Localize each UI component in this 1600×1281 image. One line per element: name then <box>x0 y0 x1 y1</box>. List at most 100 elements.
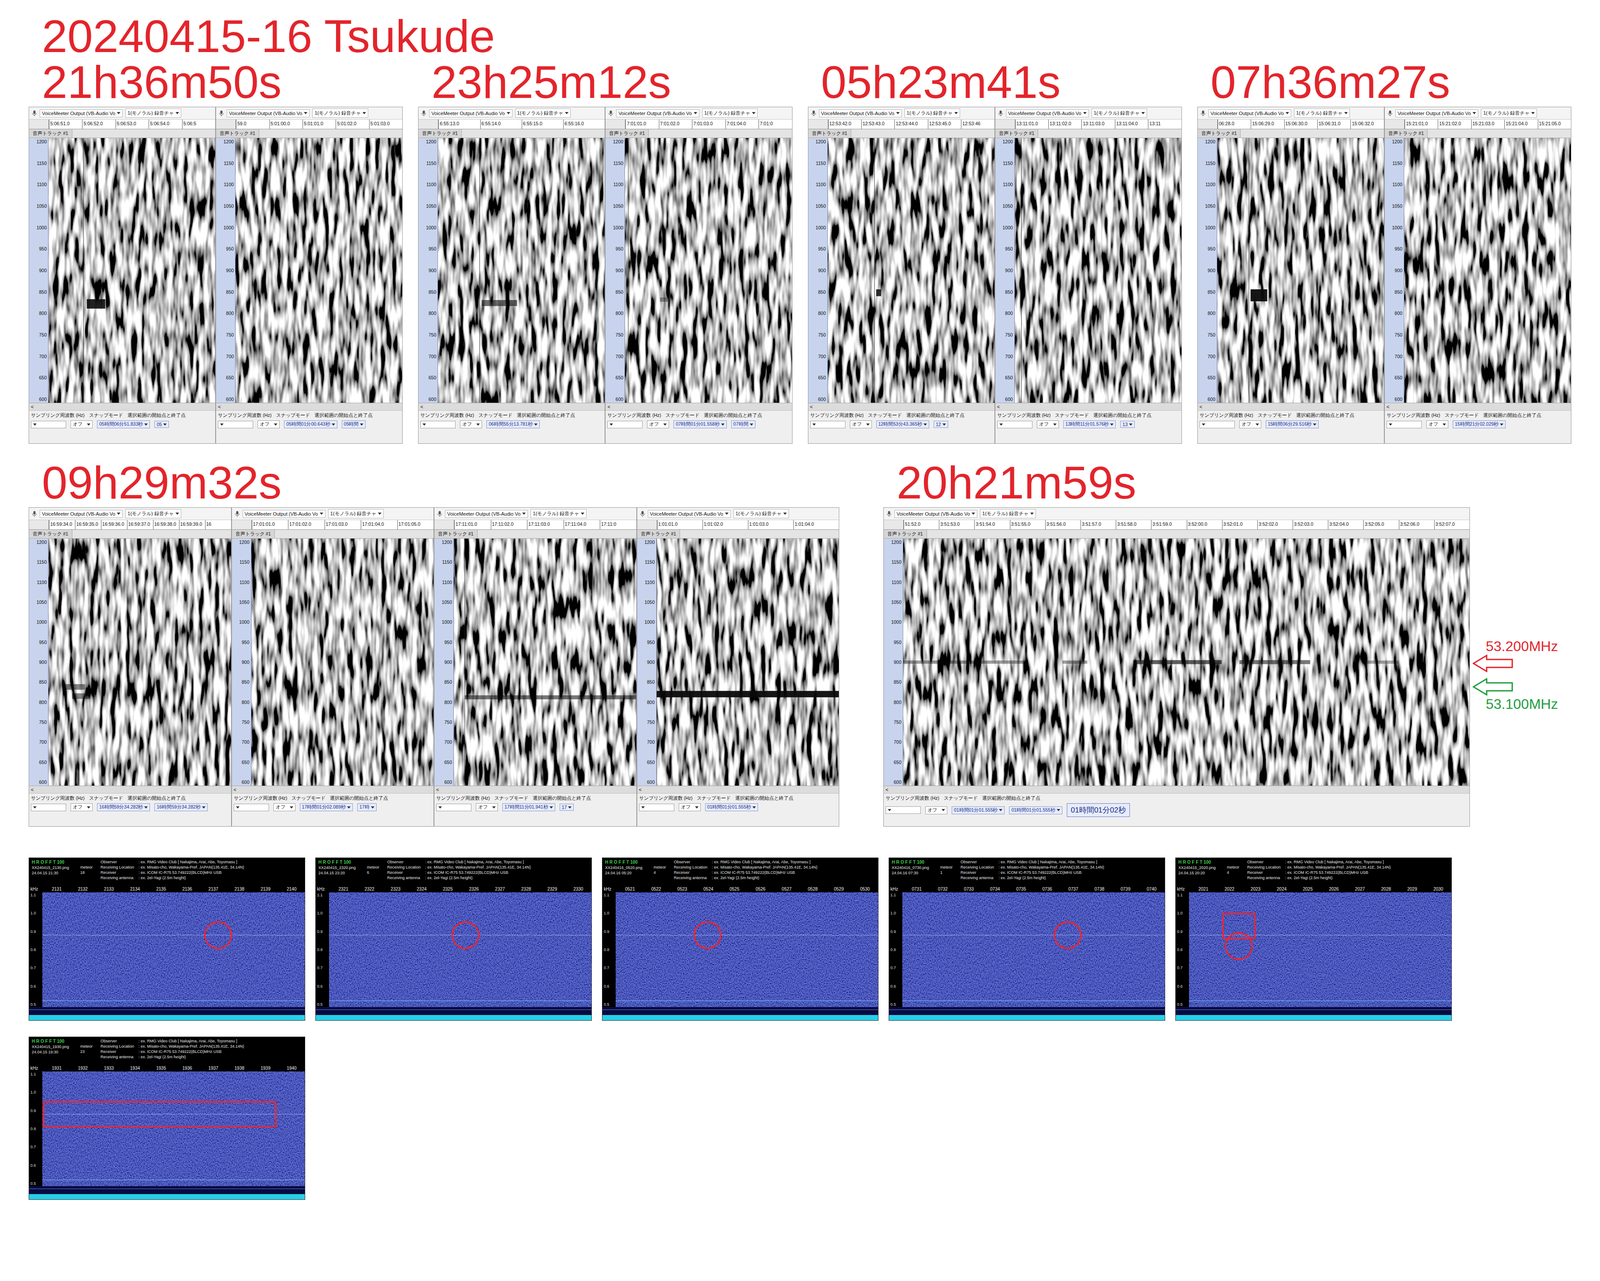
audio-position[interactable]: 01時間01分02秒 <box>1066 803 1130 817</box>
scrollbar[interactable]: < <box>808 402 995 411</box>
selection-time[interactable]: 15時間06分29.516秒 <box>1265 420 1319 429</box>
selection-time[interactable]: 07時間01分01.558秒 <box>673 420 727 429</box>
channel-select[interactable]: 1(モノラル) 録音チャ <box>515 108 572 118</box>
snap-select[interactable]: オフ <box>849 420 872 429</box>
selection-time[interactable]: 05時間 <box>341 420 367 429</box>
spectrogram[interactable] <box>1014 138 1182 403</box>
channel-select[interactable]: 1(モノラル) 録音チャ <box>1293 108 1350 118</box>
device-select[interactable]: VoiceMeeter Output (VB-Audio Vo <box>818 109 902 118</box>
scrollbar[interactable]: < <box>434 785 637 793</box>
snap-select[interactable]: オフ <box>1426 420 1449 429</box>
channel-select[interactable]: 1(モノラル) 録音チャ <box>1091 108 1148 118</box>
selection-time[interactable]: 05時間01分00.643秒 <box>284 420 337 429</box>
selection-time[interactable]: 17時間01分02.089秒 <box>299 803 353 812</box>
scrollbar[interactable]: < <box>418 402 605 411</box>
rate-select[interactable] <box>607 420 643 429</box>
selection-time[interactable]: 13 <box>1120 420 1135 428</box>
device-select[interactable]: VoiceMeeter Output (VB-Audio Vo <box>1208 109 1292 118</box>
rate-select[interactable] <box>885 806 921 814</box>
rate-select[interactable] <box>233 803 270 812</box>
track-name[interactable]: 音声トラック #1 <box>637 529 681 539</box>
time-ruler[interactable]: 51:52.03:51:53.03:51:54.03:51:55.03:51:5… <box>883 519 1470 530</box>
spectrogram[interactable] <box>453 538 637 786</box>
spectrogram[interactable] <box>1217 138 1384 403</box>
track-name[interactable]: 音声トラック #1 <box>418 129 462 138</box>
time-ruler[interactable]: 17:01:01.017:01:02.017:01:03.017:01:04.0… <box>231 519 434 530</box>
selection-time[interactable]: 12 <box>933 420 949 428</box>
scrollbar[interactable]: < <box>216 402 403 411</box>
rate-select[interactable] <box>30 803 67 812</box>
channel-select[interactable]: 1(モノラル) 録音チャ <box>733 508 790 519</box>
scrollbar[interactable]: < <box>1384 402 1571 411</box>
selection-time[interactable]: 12時間53分43.365秒 <box>876 420 930 429</box>
channel-select[interactable]: 1(モノラル) 録音チャ <box>904 108 961 118</box>
device-select[interactable]: VoiceMeeter Output (VB-Audio Vo <box>894 509 978 518</box>
track-name[interactable]: 音声トラック #1 <box>216 129 260 138</box>
track-name[interactable]: 音声トラック #1 <box>434 529 478 539</box>
spectrogram[interactable] <box>251 538 434 786</box>
scrollbar[interactable]: < <box>29 785 232 793</box>
spectrogram[interactable] <box>437 138 605 403</box>
device-select[interactable]: VoiceMeeter Output (VB-Audio Vo <box>616 109 700 118</box>
rate-select[interactable] <box>1386 420 1422 429</box>
rate-select[interactable] <box>997 420 1033 429</box>
device-select[interactable]: VoiceMeeter Output (VB-Audio Vo <box>39 509 123 518</box>
channel-select[interactable]: 1(モノラル) 録音チャ <box>1480 108 1537 118</box>
channel-select[interactable]: 1(モノラル) 録音チャ <box>312 108 369 118</box>
spectrogram[interactable] <box>48 138 216 403</box>
rate-select[interactable] <box>217 420 254 429</box>
channel-select[interactable]: 1(モノラル) 録音チャ <box>530 508 587 519</box>
snap-select[interactable]: オフ <box>1239 420 1262 429</box>
time-ruler[interactable]: 7:01:01.07:01:02.07:01:03.07:01:04.07:01… <box>605 119 792 130</box>
scrollbar[interactable]: < <box>995 402 1182 411</box>
device-select[interactable]: VoiceMeeter Output (VB-Audio Vo <box>444 509 528 518</box>
selection-time[interactable]: 05 <box>154 420 169 428</box>
device-select[interactable]: VoiceMeeter Output (VB-Audio Vo <box>1005 109 1089 118</box>
time-ruler[interactable]: 16:59:34.016:59:35.016:59:36.016:59:37.0… <box>29 519 232 530</box>
scrollbar[interactable]: < <box>1197 402 1384 411</box>
track-name[interactable]: 音声トラック #1 <box>1384 129 1429 138</box>
device-select[interactable]: VoiceMeeter Output (VB-Audio Vo <box>647 509 731 518</box>
time-ruler[interactable]: 06:28.015:06:29.015:06:30.015:06:31.015:… <box>1197 119 1384 130</box>
device-select[interactable]: VoiceMeeter Output (VB-Audio Vo <box>242 509 326 518</box>
channel-select[interactable]: 1(モノラル) 録音チャ <box>125 108 182 118</box>
track-name[interactable]: 音声トラック #1 <box>29 529 73 539</box>
spectrogram[interactable] <box>48 538 232 786</box>
track-name[interactable]: 音声トラック #1 <box>883 529 928 539</box>
time-ruler[interactable]: 59.05:01:00.05:01:01.05:01:02.05:01:03.0 <box>216 119 403 130</box>
rate-select[interactable] <box>420 420 456 429</box>
selection-time[interactable]: 16時間59分34.282秒 <box>154 803 208 812</box>
selection-time[interactable]: 01時間01分01.555秒 <box>705 803 759 812</box>
selection-time[interactable]: 17時 <box>357 803 377 812</box>
time-ruler[interactable]: 1:01:01.01:01:02.01:01:03.01:01:04.0 <box>637 519 840 530</box>
track-name[interactable]: 音声トラック #1 <box>29 129 73 138</box>
device-select[interactable]: VoiceMeeter Output (VB-Audio Vo <box>39 109 123 118</box>
scrollbar[interactable]: < <box>231 785 434 793</box>
track-name[interactable]: 音声トラック #1 <box>808 129 852 138</box>
time-ruler[interactable]: 12:53:42.012:53:43.012:53:44.012:53:45.0… <box>808 119 995 130</box>
track-name[interactable]: 音声トラック #1 <box>1197 129 1242 138</box>
rate-select[interactable] <box>1199 420 1235 429</box>
spectrogram[interactable] <box>827 138 995 403</box>
time-ruler[interactable]: 15:21:01.015:21:02.015:21:03.015:21:04.0… <box>1384 119 1571 130</box>
snap-select[interactable]: オフ <box>925 806 948 815</box>
selection-time[interactable]: 06時間55分13.781秒 <box>486 420 540 429</box>
spectrogram[interactable] <box>624 138 792 403</box>
rate-select[interactable] <box>30 420 67 429</box>
scrollbar[interactable]: < <box>605 402 792 411</box>
selection-time[interactable]: 13時間11分01.576秒 <box>1063 420 1117 429</box>
spectrogram[interactable] <box>235 138 403 403</box>
selection-time[interactable]: 07時間 <box>731 420 756 429</box>
selection-time[interactable]: 01時間01分01.555秒 <box>1009 806 1062 815</box>
snap-select[interactable]: オフ <box>646 420 670 429</box>
device-select[interactable]: VoiceMeeter Output (VB-Audio Vo <box>429 109 513 118</box>
channel-select[interactable]: 1(モノラル) 録音チャ <box>979 508 1036 519</box>
device-select[interactable]: VoiceMeeter Output (VB-Audio Vo <box>1395 109 1479 118</box>
time-ruler[interactable]: 13:11:01.013:11:02.013:11:03.013:11:04.0… <box>995 119 1182 130</box>
selection-time[interactable]: 01時間01分01.555秒 <box>951 806 1005 815</box>
snap-select[interactable]: オフ <box>678 803 701 812</box>
track-name[interactable]: 音声トラック #1 <box>231 529 276 539</box>
rate-select[interactable] <box>810 420 846 429</box>
rate-select[interactable] <box>436 803 472 812</box>
scrollbar[interactable]: < <box>29 402 216 411</box>
